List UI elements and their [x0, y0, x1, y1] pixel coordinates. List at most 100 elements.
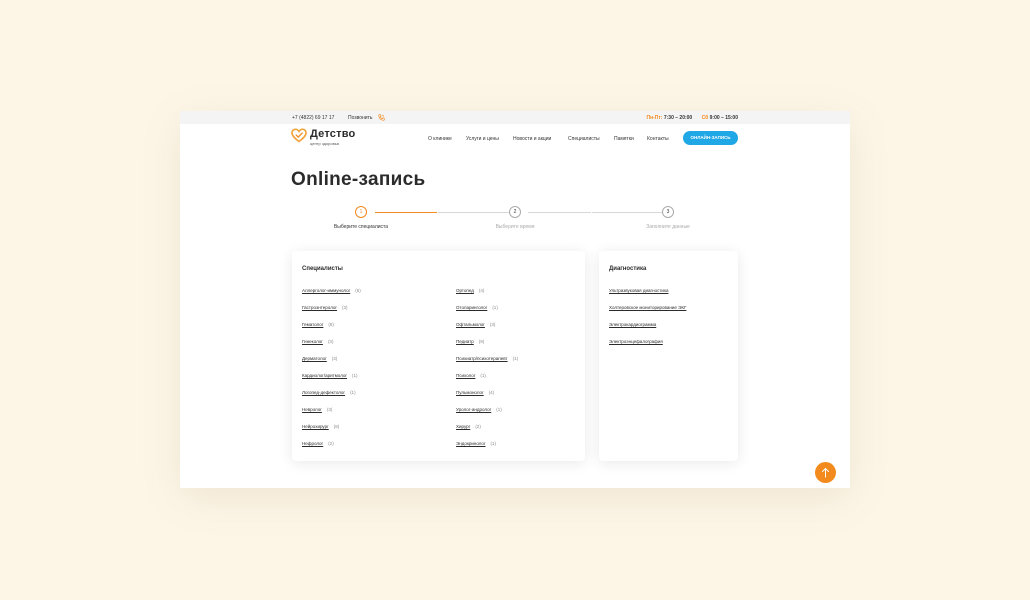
- specialist-count: (2): [475, 424, 481, 429]
- diagnostic-item[interactable]: Холтеровское мониторирование ЭКГ: [609, 305, 686, 310]
- specialist-count: (4): [488, 390, 495, 395]
- page-title: Online-запись: [291, 169, 426, 190]
- phone-number[interactable]: +7 (4822) 69 17 17: [292, 115, 334, 121]
- specialist-count: (1): [350, 390, 356, 395]
- specialist-count: (3): [489, 322, 496, 327]
- nav-item-specialists[interactable]: Специалисты: [568, 136, 600, 142]
- specialist-item[interactable]: Педиатр (9): [456, 339, 484, 344]
- specialist-item[interactable]: Аллерголог-иммунолог (6): [302, 288, 361, 293]
- specialist-item[interactable]: Ортопед (4): [456, 288, 484, 293]
- specialist-name[interactable]: Эндокринолог: [456, 441, 486, 446]
- specialist-item[interactable]: Невролог (3): [302, 407, 332, 412]
- diagnostic-item[interactable]: Электрокардиограмма: [609, 322, 656, 327]
- diagnostics-card: Диагностика Ультразвуковая диагностика Х…: [599, 251, 738, 461]
- specialist-item[interactable]: Гематолог (8): [302, 322, 334, 327]
- nav-item-contacts[interactable]: Контакты: [647, 136, 669, 142]
- specialist-name[interactable]: Педиатр: [456, 339, 474, 344]
- logo-subtitle: центр здоровья: [310, 141, 339, 146]
- call-link[interactable]: Позвонить: [348, 115, 372, 121]
- specialist-name[interactable]: Дерматолог: [302, 356, 327, 361]
- specialist-name[interactable]: Пульмонолог: [456, 390, 484, 395]
- step-3-label: Заполните данные: [646, 224, 690, 230]
- specialist-item[interactable]: Психолог (1): [456, 373, 486, 378]
- specialist-name[interactable]: Логопед-дефектолог: [302, 390, 345, 395]
- specialist-item[interactable]: Офтальмолог (3): [456, 322, 495, 327]
- specialist-count: (3): [331, 356, 338, 361]
- specialist-item[interactable]: Уролог-андролог (1): [456, 407, 502, 412]
- scroll-to-top-button[interactable]: [815, 462, 836, 483]
- specialist-item[interactable]: Пульмонолог (4): [456, 390, 494, 395]
- specialist-count: (3): [342, 305, 348, 310]
- specialist-count: (1): [512, 356, 519, 361]
- specialist-count: (8): [328, 322, 334, 327]
- specialist-count: (2): [328, 441, 334, 446]
- step-line-1: [438, 211, 509, 213]
- specialist-count: (1): [490, 441, 497, 446]
- specialist-item[interactable]: Нейрохирург (8): [302, 424, 339, 429]
- specialists-title: Специалисты: [302, 266, 343, 272]
- specialist-name[interactable]: Ортопед: [456, 288, 474, 293]
- site-logo[interactable]: Детство центр здоровья: [291, 127, 361, 149]
- step-progress-line: [375, 211, 437, 213]
- specialist-name[interactable]: Кардиолог/аритмолог: [302, 373, 347, 378]
- specialist-item[interactable]: Гинеколог (3): [302, 339, 333, 344]
- specialist-name[interactable]: Гематолог: [302, 322, 323, 327]
- specialist-name[interactable]: Гастроэнтеролог: [302, 305, 337, 310]
- specialist-item[interactable]: Дерматолог (3): [302, 356, 337, 361]
- specialist-count: (1): [480, 373, 486, 378]
- nav-item-memos[interactable]: Памятки: [614, 136, 634, 142]
- phone-icon[interactable]: [378, 113, 385, 121]
- specialist-name[interactable]: Уролог-андролог: [456, 407, 491, 412]
- nav-item-about[interactable]: О клинике: [428, 136, 452, 142]
- nav-item-services[interactable]: Услуги и цены: [466, 136, 499, 142]
- step-line-2b: [592, 211, 662, 213]
- step-1-label: Выберите специалиста: [333, 224, 389, 230]
- step-1-circle[interactable]: 1: [355, 206, 367, 218]
- saturday-hours: 9:00 – 15:00: [709, 114, 738, 121]
- browser-frame: +7 (4822) 69 17 17 Позвонить Пн-Пт: 7:30…: [180, 111, 850, 488]
- specialist-count: (8): [333, 424, 340, 429]
- specialist-name[interactable]: Хирург: [456, 424, 470, 429]
- top-bar: +7 (4822) 69 17 17 Позвонить Пн-Пт: 7:30…: [180, 111, 850, 124]
- specialist-item[interactable]: Эндокринолог (1): [456, 441, 496, 446]
- specialist-name[interactable]: Психолог: [456, 373, 475, 378]
- working-hours: Пн-Пт: 7:30 – 20:00 Сб 9:00 – 15:00: [646, 115, 738, 121]
- specialist-name[interactable]: Аллерголог-иммунолог: [302, 288, 350, 293]
- specialist-name[interactable]: Отоларинголог: [456, 305, 487, 310]
- step-2-label: Выберите время: [495, 224, 535, 230]
- specialists-card: Специалисты Аллерголог-иммунолог (6) Гастр…: [292, 251, 585, 461]
- specialist-name[interactable]: Офтальмолог: [456, 322, 485, 327]
- diagnostic-item[interactable]: Ультразвуковая диагностика: [609, 288, 669, 293]
- specialist-item[interactable]: Отоларинголог (1): [456, 305, 498, 310]
- weekday-label: Пн-Пт:: [646, 114, 663, 121]
- diagnostic-item[interactable]: Электроэнцефалография: [609, 339, 663, 344]
- nav-item-news[interactable]: Новости и акции: [513, 136, 551, 142]
- step-2-circle[interactable]: 2: [509, 206, 521, 218]
- specialist-item[interactable]: Гастроэнтеролог (3): [302, 305, 348, 310]
- arrow-up-icon: [822, 468, 829, 478]
- specialist-item[interactable]: Логопед-дефектолог (1): [302, 390, 356, 395]
- specialist-name[interactable]: Психиатр/психотерапевт: [456, 356, 508, 361]
- specialist-count: (1): [492, 305, 498, 310]
- specialist-name[interactable]: Нефролог: [302, 441, 323, 446]
- specialist-item[interactable]: Нефролог (2): [302, 441, 334, 446]
- specialist-item[interactable]: Хирург (2): [456, 424, 481, 429]
- saturday-label: Сб: [701, 114, 709, 121]
- specialist-item[interactable]: Кардиолог/аритмолог (1): [302, 373, 358, 378]
- specialist-count: (1): [496, 407, 502, 412]
- online-booking-button[interactable]: ОНЛАЙН-ЗАПИСЬ: [683, 131, 738, 145]
- specialist-item[interactable]: Психиатр/психотерапевт (1): [456, 356, 518, 361]
- logo-name: Детство: [310, 128, 356, 140]
- specialist-name[interactable]: Невролог: [302, 407, 322, 412]
- specialist-name[interactable]: Нейрохирург: [302, 424, 329, 429]
- specialist-count: (3): [326, 407, 333, 412]
- specialist-count: (6): [355, 288, 361, 293]
- specialist-count: (1): [352, 373, 358, 378]
- step-line-2a: [528, 211, 591, 213]
- specialist-count: (4): [478, 288, 485, 293]
- specialist-name[interactable]: Гинеколог: [302, 339, 323, 344]
- heart-logo-icon: [291, 128, 307, 143]
- diagnostics-title: Диагностика: [609, 266, 647, 272]
- step-3-circle[interactable]: 3: [662, 206, 674, 218]
- specialist-count: (3): [327, 339, 334, 344]
